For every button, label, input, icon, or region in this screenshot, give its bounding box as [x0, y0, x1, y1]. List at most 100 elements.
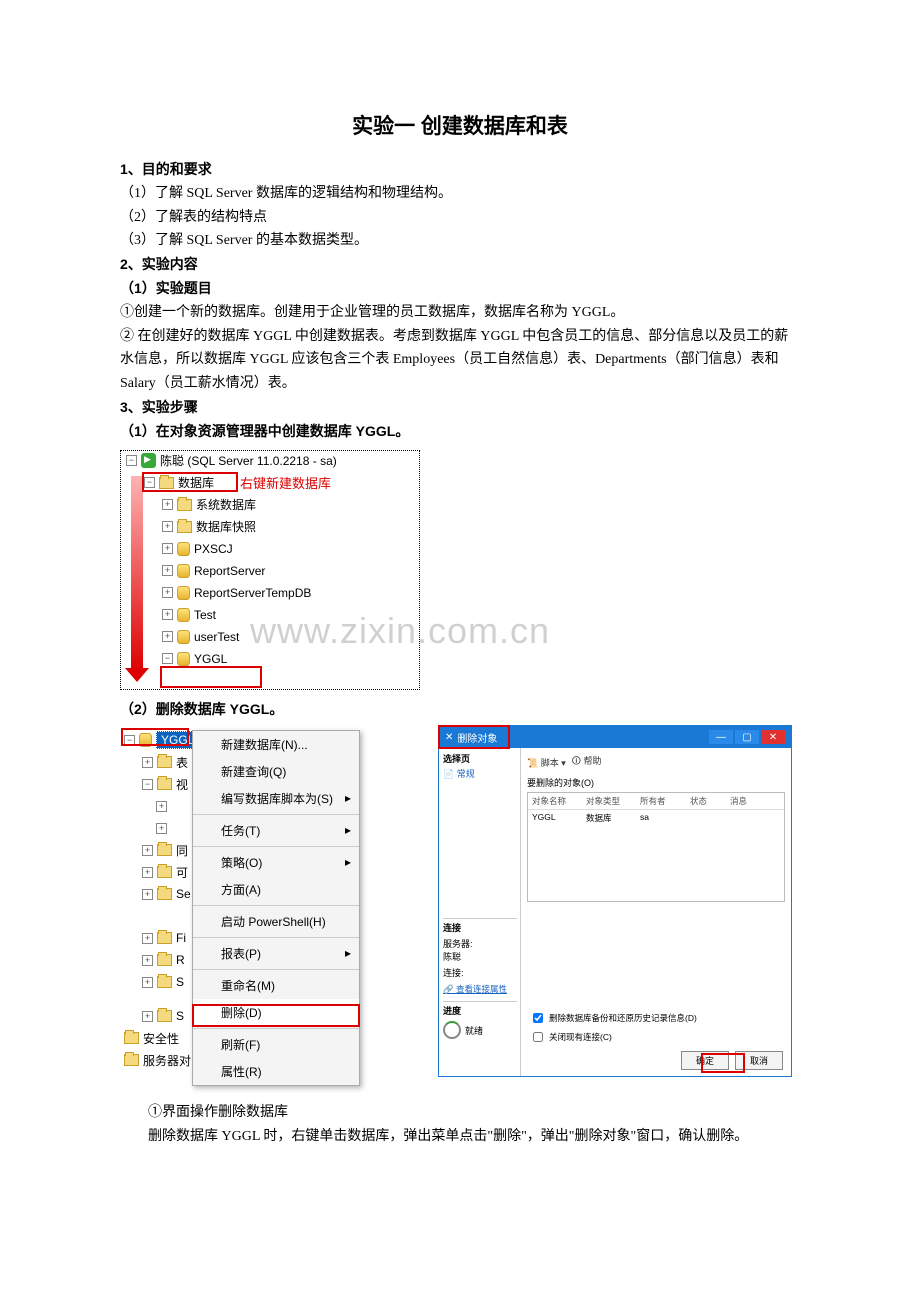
- cancel-button[interactable]: 取消: [735, 1051, 783, 1070]
- minus-expander-icon[interactable]: −: [126, 455, 137, 466]
- tree-item[interactable]: +Test: [120, 604, 800, 626]
- left-pane-heading: 选择页: [443, 752, 516, 765]
- section-3-sub1: （1）在对象资源管理器中创建数据库 YGGL。: [120, 420, 800, 444]
- section-3-heading: 3、实验步骤: [120, 396, 800, 420]
- tree-screenshot-1: − 陈聪 (SQL Server 11.0.2218 - sa) − 数据库 右…: [120, 450, 800, 694]
- tree-item[interactable]: +ReportServerTempDB: [120, 582, 800, 604]
- folder-icon: [159, 477, 174, 489]
- menu-policy[interactable]: 策略(O)▸: [193, 849, 359, 876]
- left-pane-item[interactable]: 📄 常规: [443, 767, 516, 780]
- minus-expander-icon[interactable]: −: [144, 477, 155, 488]
- close-icon[interactable]: ✕: [761, 730, 785, 744]
- minimize-icon[interactable]: —: [709, 730, 733, 744]
- database-icon: [177, 542, 190, 556]
- plus-expander-icon[interactable]: +: [162, 587, 173, 598]
- plus-expander-icon[interactable]: +: [162, 631, 173, 642]
- menu-new-query[interactable]: 新建查询(Q): [193, 758, 359, 785]
- help-button[interactable]: 🛈 帮助: [572, 754, 602, 770]
- minus-expander-icon[interactable]: −: [124, 735, 135, 746]
- section-2-heading: 2、实验内容: [120, 253, 800, 277]
- chk-close-conn[interactable]: 关闭现有连接(C): [529, 1029, 783, 1045]
- ok-button[interactable]: 确定: [681, 1051, 729, 1070]
- screenshot-row: − YGGL 右键单击数据库 +表 −视 + + +同 +可 +Se +Fi +…: [120, 725, 800, 1077]
- section-1-p3: （3）了解 SQL Server 的基本数据类型。: [120, 229, 800, 253]
- menu-separator: [193, 814, 359, 815]
- dialog-titlebar[interactable]: ✕ 删除对象 — ▢ ✕: [439, 726, 791, 748]
- section-progress: 进度: [443, 1001, 517, 1017]
- database-icon: [177, 630, 190, 644]
- server-icon: [141, 453, 156, 468]
- conn-label: 连接:: [443, 966, 517, 979]
- folder-icon: [177, 521, 192, 533]
- menu-tasks[interactable]: 任务(T)▸: [193, 817, 359, 844]
- plus-expander-icon[interactable]: +: [162, 565, 173, 576]
- chevron-right-icon: ▸: [345, 855, 351, 869]
- tree-db-folder[interactable]: − 数据库 右键新建数据库: [120, 472, 800, 494]
- database-icon: [177, 608, 190, 622]
- script-button[interactable]: 📜 脚本 ▾: [527, 756, 566, 769]
- tree-item[interactable]: −YGGL: [120, 648, 800, 670]
- maximize-icon[interactable]: ▢: [735, 730, 759, 744]
- tree-item[interactable]: +数据库快照: [120, 516, 800, 538]
- section-2-sub: （1）实验题目: [120, 277, 800, 301]
- section-1-p2: （2）了解表的结构特点: [120, 206, 800, 230]
- grid-header-row: 对象名称 对象类型 所有者 状态 消息: [528, 793, 784, 810]
- folder-icon: [177, 499, 192, 511]
- menu-separator: [193, 905, 359, 906]
- menu-reports[interactable]: 报表(P)▸: [193, 940, 359, 967]
- document-page: 实验一 创建数据库和表 1、目的和要求 （1）了解 SQL Server 数据库…: [0, 0, 920, 1209]
- minus-expander-icon[interactable]: −: [162, 653, 173, 664]
- tree-root-label: 陈聪 (SQL Server 11.0.2218 - sa): [160, 452, 337, 469]
- conn-server-label: 服务器:: [443, 937, 517, 950]
- menu-facets[interactable]: 方面(A): [193, 876, 359, 903]
- close-icon: ✕: [445, 732, 453, 743]
- context-menu-screenshot: − YGGL 右键单击数据库 +表 −视 + + +同 +可 +Se +Fi +…: [120, 725, 432, 1077]
- menu-script[interactable]: 编写数据库脚本为(S)▸: [193, 785, 359, 812]
- database-icon: [177, 586, 190, 600]
- tree-item[interactable]: +userTest: [120, 626, 800, 648]
- database-icon: [139, 733, 152, 747]
- annotation-new-db: 右键新建数据库: [240, 473, 331, 492]
- bottom-p2: 删除数据库 YGGL 时，右键单击数据库，弹出菜单点击"删除"，弹出"删除对象"…: [120, 1125, 800, 1149]
- plus-expander-icon[interactable]: +: [162, 543, 173, 554]
- database-icon: [177, 652, 190, 666]
- section-1-heading: 1、目的和要求: [120, 158, 800, 182]
- objects-grid: 对象名称 对象类型 所有者 状态 消息 YGGL 数据库 sa: [527, 792, 785, 902]
- menu-powershell[interactable]: 启动 PowerShell(H): [193, 908, 359, 935]
- chevron-right-icon: ▸: [345, 791, 351, 805]
- plus-expander-icon[interactable]: +: [162, 609, 173, 620]
- section-3-sub2: （2）删除数据库 YGGL。: [120, 698, 800, 722]
- menu-refresh[interactable]: 刷新(F): [193, 1031, 359, 1058]
- bottom-p1: ①界面操作删除数据库: [120, 1101, 800, 1125]
- conn-server-value: 陈聪: [443, 950, 517, 963]
- menu-properties[interactable]: 属性(R): [193, 1058, 359, 1085]
- chevron-right-icon: ▸: [345, 946, 351, 960]
- menu-separator: [193, 846, 359, 847]
- plus-expander-icon[interactable]: +: [162, 499, 173, 510]
- database-icon: [177, 564, 190, 578]
- context-menu: 新建数据库(N)... 新建查询(Q) 编写数据库脚本为(S)▸ 任务(T)▸ …: [192, 730, 360, 1086]
- progress-label: 就绪: [465, 1024, 483, 1037]
- tree-item[interactable]: +ReportServer: [120, 560, 800, 582]
- chevron-right-icon: ▸: [345, 823, 351, 837]
- db-folder-label: 数据库: [178, 474, 214, 491]
- menu-delete[interactable]: 删除(D): [193, 999, 359, 1026]
- menu-separator: [193, 969, 359, 970]
- view-conn-properties-link[interactable]: 🔗 查看连接属性: [443, 983, 517, 995]
- menu-new-db[interactable]: 新建数据库(N)...: [193, 731, 359, 758]
- red-arrow-icon: [131, 476, 143, 672]
- tree-item[interactable]: +PXSCJ: [120, 538, 800, 560]
- section-1-p1: （1）了解 SQL Server 数据库的逻辑结构和物理结构。: [120, 182, 800, 206]
- tree-item[interactable]: +系统数据库: [120, 494, 800, 516]
- dialog-title: 删除对象: [457, 730, 497, 745]
- grid-data-row[interactable]: YGGL 数据库 sa: [528, 810, 784, 826]
- section-connection: 连接: [443, 918, 517, 934]
- delete-dialog: ✕ 删除对象 — ▢ ✕ 选择页 📄 常规 📜 脚本 ▾ 🛈 帮助: [438, 725, 792, 1077]
- objects-label: 要删除的对象(O): [527, 776, 785, 789]
- tree-root[interactable]: − 陈聪 (SQL Server 11.0.2218 - sa): [120, 450, 800, 472]
- menu-rename[interactable]: 重命名(M): [193, 972, 359, 999]
- plus-expander-icon[interactable]: +: [162, 521, 173, 532]
- chk-delete-backup[interactable]: 删除数据库备份和还原历史记录信息(D): [529, 1010, 783, 1026]
- menu-separator: [193, 937, 359, 938]
- menu-separator: [193, 1028, 359, 1029]
